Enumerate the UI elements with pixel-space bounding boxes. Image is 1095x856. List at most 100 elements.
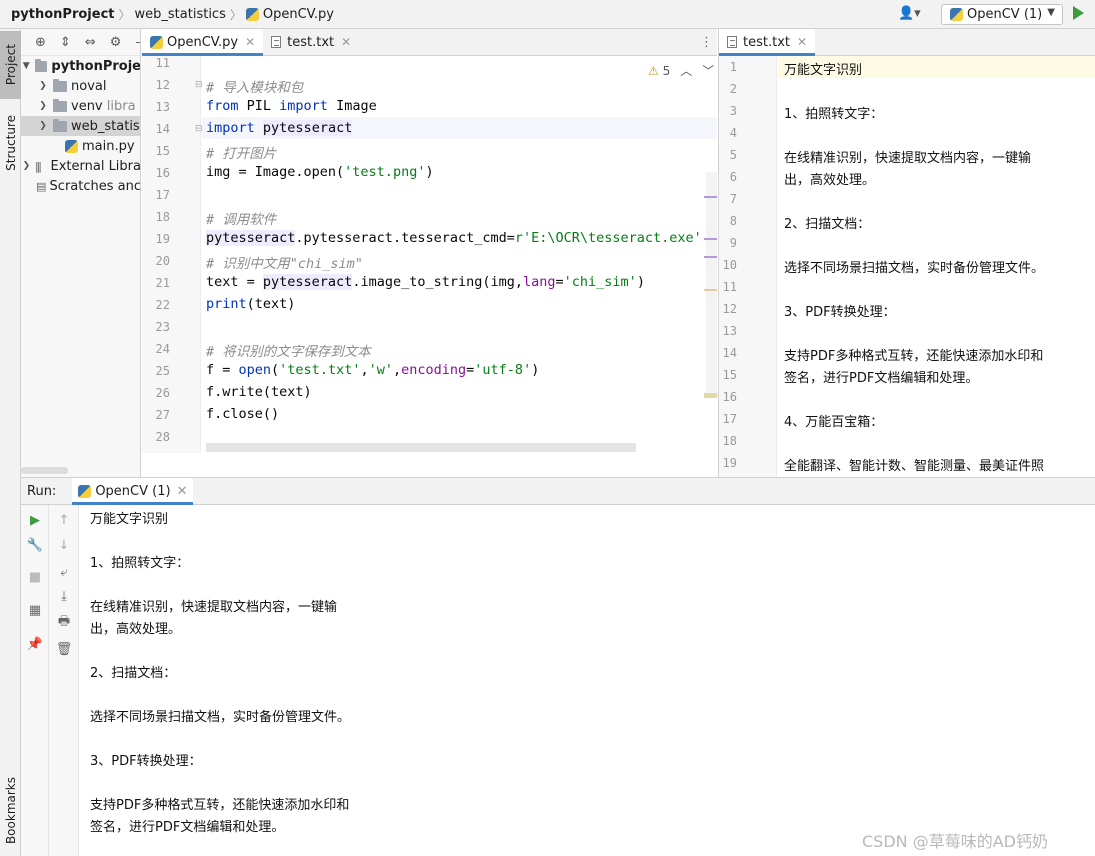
line-number: 15 — [155, 144, 170, 158]
text-file-editor[interactable]: 1 2 3 4 5 6 7 8 9 10 11 12 13 14 15 16 1… — [718, 56, 1095, 477]
wrench-icon[interactable]: 🔧 — [26, 536, 44, 554]
horizontal-scrollbar[interactable] — [206, 443, 636, 452]
close-icon[interactable]: ✕ — [177, 484, 188, 499]
chevron-down-icon[interactable]: ﹀ — [702, 62, 714, 79]
tree-item-main-py[interactable]: main.py — [21, 136, 140, 156]
console-line: 2、扫描文档： — [90, 666, 177, 681]
run-panel-header: Run: OpenCV (1) ✕ — [21, 477, 1095, 505]
text-line: 签名，进行PDF文档编辑和处理。 — [784, 371, 979, 386]
line-number: 10 — [722, 258, 737, 272]
code-line-20: # 识别中文用"chi_sim" — [206, 256, 363, 272]
code-line-16: img = Image.open('test.png') — [206, 164, 434, 180]
tree-item-venv[interactable]: ❯ venv libra — [21, 96, 140, 116]
breadcrumb-folder[interactable]: web_statistics — [135, 7, 226, 22]
folder-icon — [53, 118, 67, 132]
gear-icon[interactable]: ⚙ — [110, 35, 122, 50]
fold-icon[interactable]: ⊟ — [195, 124, 203, 134]
close-icon[interactable]: ✕ — [245, 35, 255, 49]
more-options-icon[interactable]: ⋮ — [700, 35, 713, 50]
horizontal-scrollbar[interactable] — [21, 467, 68, 474]
collapse-all-icon[interactable]: ⇔ — [85, 35, 96, 50]
python-config-icon — [950, 8, 963, 21]
scroll-to-end-icon[interactable]: ⤓ — [55, 587, 73, 605]
chevron-right-icon[interactable]: ❯ — [37, 81, 49, 91]
tree-item-web-statistics[interactable]: ❯ web_statis — [21, 116, 140, 136]
breadcrumb-project[interactable]: pythonProject — [11, 7, 115, 22]
layout-icon[interactable]: ▦ — [26, 601, 44, 619]
stop-icon[interactable]: ■ — [26, 568, 44, 586]
chevron-down-icon[interactable]: ▼ — [21, 61, 31, 71]
tab-label: OpenCV.py — [167, 34, 239, 50]
code-line-13: from PIL import Image — [206, 98, 377, 114]
library-icon: ||| — [34, 159, 42, 173]
tab-test-txt[interactable]: test.txt ✕ — [263, 29, 359, 55]
error-stripe-mark[interactable] — [704, 393, 717, 398]
soft-wrap-icon[interactable]: ⤶ — [55, 563, 73, 581]
tree-item-label: main.py — [82, 138, 135, 154]
line-number: 14 — [155, 122, 170, 136]
line-number: 12 — [722, 302, 737, 316]
folder-icon — [53, 98, 67, 112]
line-number: 21 — [155, 276, 170, 290]
code-line-26: f.write(text) — [206, 384, 312, 400]
inspection-widget[interactable]: ⚠ 5 ︿ ﹀ — [648, 62, 714, 79]
breadcrumb-file[interactable]: OpenCV.py — [245, 6, 334, 22]
run-configuration-select[interactable]: OpenCV (1) ▼ — [941, 4, 1063, 25]
tab-test-txt-right[interactable]: test.txt ✕ — [719, 29, 816, 56]
line-number: 13 — [722, 324, 737, 338]
print-icon[interactable]: 🖶 — [55, 614, 73, 632]
line-number: 16 — [155, 166, 170, 180]
console-line: 在线精准识别，快速提取文档内容，一键输 — [90, 600, 338, 615]
line-number: 6 — [729, 170, 737, 184]
warning-indicator[interactable]: ⚠ 5 — [648, 64, 670, 78]
editor-tabbar: OpenCV.py ✕ test.txt ✕ — [142, 29, 717, 56]
line-number: 22 — [155, 298, 170, 312]
tree-item-external-libraries[interactable]: ❯ ||| External Libra — [21, 156, 141, 176]
line-number: 8 — [729, 214, 737, 228]
error-stripe-mark[interactable] — [704, 256, 717, 258]
tree-item-label: External Libra — [50, 158, 141, 174]
chevron-down-icon: ▼ — [1047, 7, 1055, 18]
tool-tab-structure[interactable]: Structure — [0, 107, 21, 179]
line-number: 18 — [722, 434, 737, 448]
chevron-right-icon[interactable]: ❯ — [37, 101, 49, 111]
chevron-up-icon[interactable]: ︿ — [680, 62, 692, 79]
tree-item-noval[interactable]: ❯ noval — [21, 76, 140, 96]
error-stripe-mark[interactable] — [704, 196, 717, 198]
close-icon[interactable]: ✕ — [797, 35, 807, 49]
tool-tab-bookmarks[interactable]: Bookmarks — [0, 769, 21, 853]
close-icon[interactable]: ✕ — [341, 35, 351, 49]
tree-item-root[interactable]: ▼ pythonProje — [21, 56, 140, 76]
console-output[interactable]: 万能文字识别 1、拍照转文字： 在线精准识别，快速提取文档内容，一键输 出，高效… — [80, 505, 1095, 856]
tool-tab-bookmarks-label: Bookmarks — [3, 777, 18, 845]
editor-scrollbar[interactable] — [706, 172, 717, 398]
text-line: 1、拍照转文字： — [784, 107, 884, 122]
line-number: 5 — [729, 148, 737, 162]
minimize-icon[interactable]: — — [135, 35, 140, 50]
chevron-right-icon[interactable]: ❯ — [37, 121, 49, 131]
breadcrumb-file-label: OpenCV.py — [262, 6, 334, 22]
run-tab-opencv[interactable]: OpenCV (1) ✕ — [72, 477, 194, 505]
expand-all-icon[interactable]: ⇕ — [60, 35, 71, 50]
trash-icon[interactable]: 🗑 — [55, 640, 73, 658]
arrow-up-icon[interactable]: ↑ — [55, 511, 73, 529]
tab-opencv-py[interactable]: OpenCV.py ✕ — [142, 29, 264, 56]
rerun-icon[interactable]: ▶ — [26, 511, 44, 529]
tool-tab-project-label: Project — [3, 44, 18, 86]
pin-icon[interactable]: 📌 — [26, 635, 44, 653]
arrow-down-icon[interactable]: ↓ — [55, 536, 73, 554]
chevron-right-icon[interactable]: ❯ — [21, 161, 32, 171]
error-stripe-mark[interactable] — [704, 238, 717, 240]
user-icon[interactable]: 👤▾ — [898, 6, 930, 23]
error-stripe-mark[interactable] — [704, 289, 717, 291]
line-number: 19 — [155, 232, 170, 246]
code-editor[interactable]: 11 12 13 14 15 16 17 18 19 20 21 22 23 2… — [142, 56, 717, 453]
tool-tab-project[interactable]: Project — [0, 31, 21, 99]
tree-item-scratches[interactable]: ▤ Scratches anc — [21, 176, 140, 196]
tab-label: test.txt — [743, 34, 790, 50]
crosshair-icon[interactable]: ⊕ — [35, 35, 46, 50]
line-number: 12 — [155, 78, 170, 92]
fold-icon[interactable]: ⊟ — [195, 80, 203, 90]
run-tab-label: OpenCV (1) — [95, 483, 171, 499]
run-icon[interactable] — [1073, 6, 1084, 20]
